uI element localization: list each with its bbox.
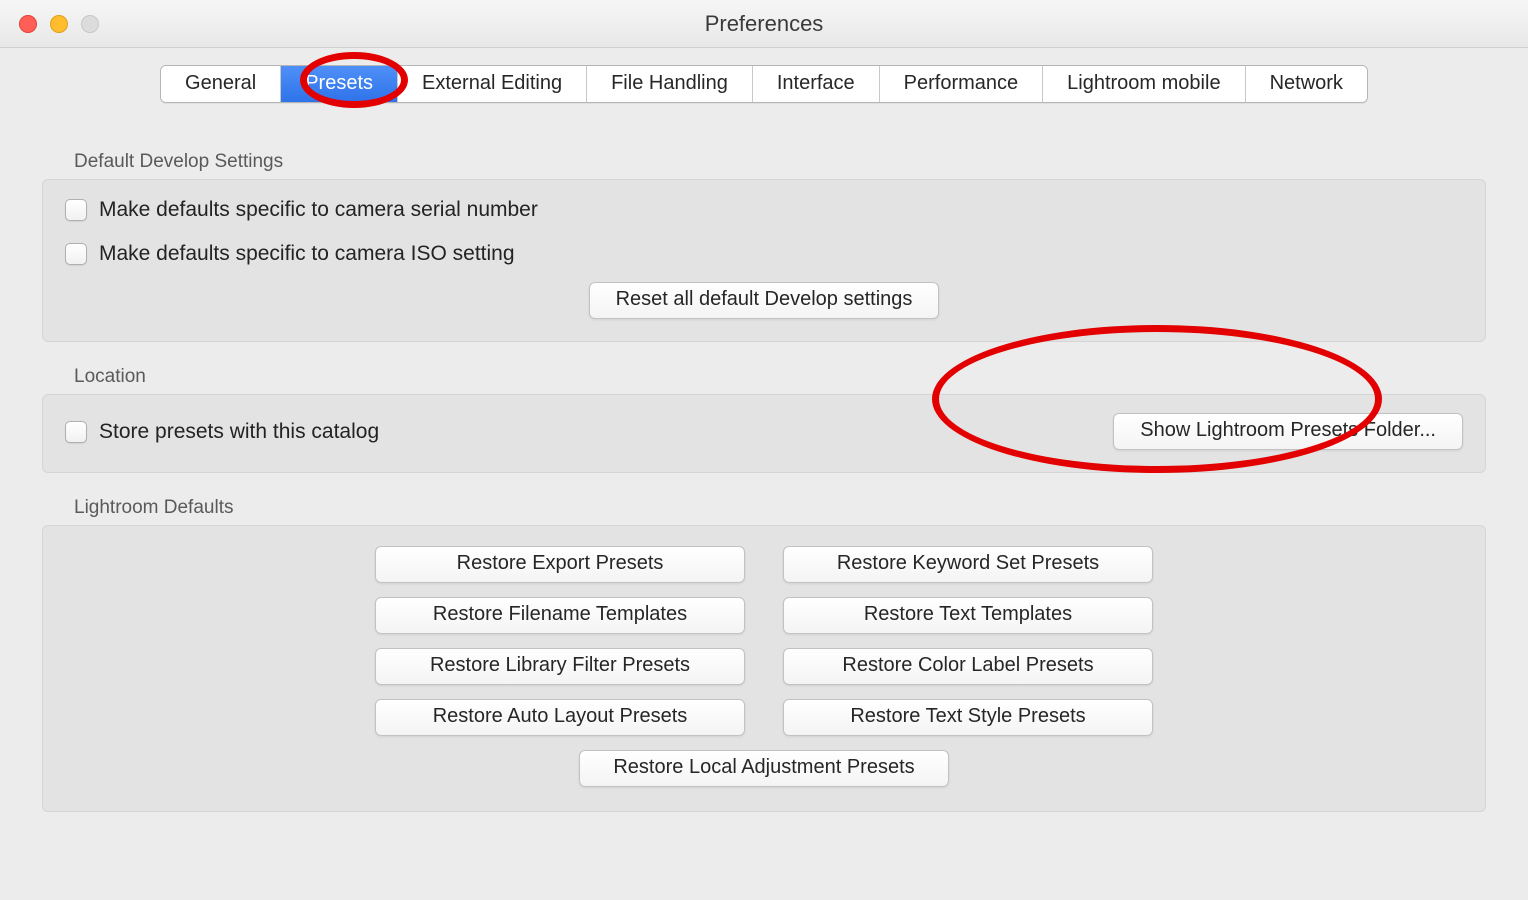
checkbox-label-serial: Make defaults specific to camera serial …: [99, 198, 538, 222]
panel-lightroom-defaults: Restore Export Presets Restore Keyword S…: [42, 525, 1486, 812]
tab-bar: General Presets External Editing File Ha…: [160, 65, 1368, 103]
restore-color-label-presets-button[interactable]: Restore Color Label Presets: [783, 648, 1153, 685]
tab-general[interactable]: General: [161, 66, 281, 102]
tab-file-handling[interactable]: File Handling: [587, 66, 753, 102]
panel-location: Store presets with this catalog Show Lig…: [42, 394, 1486, 473]
restore-library-filter-presets-button[interactable]: Restore Library Filter Presets: [375, 648, 745, 685]
tab-interface[interactable]: Interface: [753, 66, 880, 102]
checkbox-store-presets[interactable]: [65, 421, 87, 443]
section-label-location: Location: [74, 366, 1486, 388]
titlebar: Preferences: [0, 0, 1528, 48]
show-presets-folder-button[interactable]: Show Lightroom Presets Folder...: [1113, 413, 1463, 450]
content: Default Develop Settings Make defaults s…: [0, 103, 1528, 812]
maximize-button: [81, 15, 99, 33]
reset-develop-button[interactable]: Reset all default Develop settings: [589, 282, 940, 319]
restore-export-presets-button[interactable]: Restore Export Presets: [375, 546, 745, 583]
tab-bar-wrap: General Presets External Editing File Ha…: [0, 48, 1528, 103]
restore-button-grid: Restore Export Presets Restore Keyword S…: [65, 544, 1463, 789]
checkbox-label-store-presets: Store presets with this catalog: [99, 420, 379, 444]
minimize-button[interactable]: [50, 15, 68, 33]
close-button[interactable]: [19, 15, 37, 33]
restore-filename-templates-button[interactable]: Restore Filename Templates: [375, 597, 745, 634]
tab-lightroom-mobile[interactable]: Lightroom mobile: [1043, 66, 1245, 102]
checkbox-row-iso: Make defaults specific to camera ISO set…: [65, 232, 1463, 276]
tab-external-editing[interactable]: External Editing: [398, 66, 587, 102]
restore-auto-layout-presets-button[interactable]: Restore Auto Layout Presets: [375, 699, 745, 736]
section-label-develop: Default Develop Settings: [74, 151, 1486, 173]
restore-keyword-set-presets-button[interactable]: Restore Keyword Set Presets: [783, 546, 1153, 583]
restore-local-adjustment-presets-button[interactable]: Restore Local Adjustment Presets: [579, 750, 949, 787]
tab-presets[interactable]: Presets: [281, 66, 398, 102]
tab-performance[interactable]: Performance: [880, 66, 1044, 102]
traffic-lights: [0, 15, 99, 33]
restore-text-style-presets-button[interactable]: Restore Text Style Presets: [783, 699, 1153, 736]
checkbox-serial[interactable]: [65, 199, 87, 221]
checkbox-iso[interactable]: [65, 243, 87, 265]
panel-develop-settings: Make defaults specific to camera serial …: [42, 179, 1486, 342]
section-label-lightroom-defaults: Lightroom Defaults: [74, 497, 1486, 519]
checkbox-row-store-presets: Store presets with this catalog: [65, 420, 379, 444]
preferences-window: Preferences General Presets External Edi…: [0, 0, 1528, 900]
window-title: Preferences: [705, 11, 824, 37]
checkbox-row-serial: Make defaults specific to camera serial …: [65, 188, 1463, 232]
checkbox-label-iso: Make defaults specific to camera ISO set…: [99, 242, 515, 266]
tab-network[interactable]: Network: [1246, 66, 1367, 102]
restore-text-templates-button[interactable]: Restore Text Templates: [783, 597, 1153, 634]
